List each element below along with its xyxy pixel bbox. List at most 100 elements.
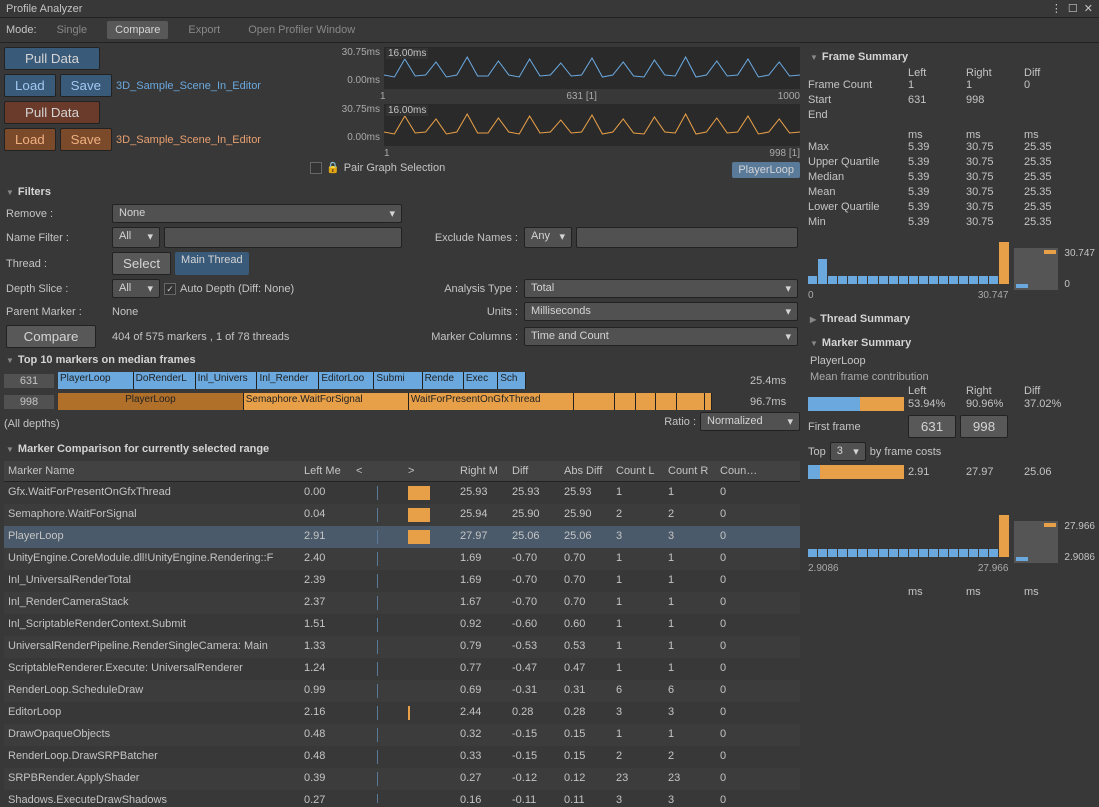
th-right-median[interactable]: Right M (456, 463, 508, 479)
save-1[interactable]: Save (60, 74, 112, 97)
marker-summary-marker: PlayerLoop (808, 353, 1095, 369)
ms-pct-l: 53.94% (908, 398, 962, 410)
tab-single[interactable]: Single (49, 21, 96, 39)
graph-2[interactable]: 16.00ms (384, 104, 800, 146)
pair-graph-checkbox[interactable] (310, 162, 322, 174)
table-row[interactable]: Inl_UniversalRenderTotal2.391.69-0.700.7… (4, 570, 800, 592)
minimize-icon[interactable]: ☐ (1068, 2, 1078, 15)
units-select[interactable]: Milliseconds▾ (524, 302, 798, 321)
graph1-top-ms: 30.75ms (310, 47, 380, 61)
ms-ft-3: ms (1024, 586, 1095, 598)
compare-button[interactable]: Compare (6, 325, 96, 348)
th-left-median[interactable]: Left Me (300, 463, 352, 479)
ms-val-d: 25.06 (1024, 466, 1095, 478)
table-row[interactable]: UnityEngine.CoreModule.dll!UnityEngine.R… (4, 548, 800, 570)
remove-select[interactable]: None▾ (112, 204, 402, 223)
top10-header[interactable]: Top 10 markers on median frames (4, 350, 800, 370)
table-row[interactable]: SRPBRender.ApplyShader0.390.27-0.120.122… (4, 768, 800, 790)
auto-depth-label: Auto Depth (Diff: None) (180, 283, 294, 295)
fs-histo-top: 30.747 (1064, 248, 1095, 259)
by-costs-label: by frame costs (870, 446, 942, 458)
graph2-bot-ms: 0.00ms (310, 132, 380, 146)
table-row[interactable]: UniversalRenderPipeline.RenderSingleCame… (4, 636, 800, 658)
table-row[interactable]: RenderLoop.ScheduleDraw0.990.69-0.310.31… (4, 680, 800, 702)
graph-1[interactable]: 16.00ms (384, 47, 800, 89)
marker-columns-select[interactable]: Time and Count▾ (524, 327, 798, 346)
table-row[interactable]: PlayerLoop2.9127.9725.0625.06330 (4, 526, 800, 548)
ms-th-right: Right (966, 385, 1020, 397)
th-gt[interactable]: > (404, 463, 456, 479)
first-frame-label: First frame (808, 421, 904, 433)
filters-header[interactable]: Filters (4, 182, 800, 202)
graph2-x-start: 1 (384, 148, 390, 159)
th-lt[interactable]: < (352, 463, 404, 479)
tab-compare[interactable]: Compare (107, 21, 168, 39)
table-row[interactable]: RenderLoop.DrawSRPBatcher0.480.33-0.150.… (4, 746, 800, 768)
exclude-input[interactable] (576, 227, 798, 248)
graph1-x-end: 1000 (778, 91, 800, 102)
ms-pct-r: 90.96% (966, 398, 1020, 410)
ms-th-diff: Diff (1024, 385, 1095, 397)
ratio-select[interactable]: Normalized▾ (700, 412, 800, 431)
top-n-select[interactable]: 3▾ (830, 442, 866, 461)
exclude-label: Exclude Names : (408, 232, 518, 244)
analysis-type-select[interactable]: Total▾ (524, 279, 798, 298)
close-icon[interactable]: ✕ (1084, 2, 1093, 15)
table-row[interactable]: EditorLoop2.162.440.280.28330 (4, 702, 800, 724)
load-1[interactable]: Load (4, 74, 56, 97)
comparison-header[interactable]: Marker Comparison for currently selected… (4, 439, 800, 459)
th-abs-diff[interactable]: Abs Diff (560, 463, 612, 479)
table-row[interactable]: ScriptableRenderer.Execute: UniversalRen… (4, 658, 800, 680)
exclude-select[interactable]: Any▾ (524, 227, 572, 248)
ms-histo-min: 2.9086 (808, 563, 839, 574)
name-filter-select[interactable]: All▾ (112, 227, 160, 248)
th-marker-name[interactable]: Marker Name (4, 463, 300, 479)
table-row[interactable]: Semaphore.WaitForSignal0.0425.9425.9025.… (4, 504, 800, 526)
depth-select[interactable]: All▾ (112, 279, 160, 298)
frame-summary-header[interactable]: Frame Summary (808, 47, 1095, 67)
ms-val-r: 27.97 (966, 466, 1020, 478)
table-row[interactable]: Inl_ScriptableRenderContext.Submit1.510.… (4, 614, 800, 636)
window-title: Profile Analyzer (6, 3, 82, 15)
auto-depth-checkbox[interactable] (164, 283, 176, 295)
top10-bar-1[interactable]: PlayerLoopDoRenderLInl_UniversInl_Render… (58, 372, 746, 389)
table-row[interactable]: Inl_RenderCameraStack2.371.67-0.700.7011… (4, 592, 800, 614)
thread-chip[interactable]: Main Thread (175, 252, 249, 275)
fs-th-diff: Diff (1024, 67, 1095, 79)
ms-histo-bot: 2.9086 (1064, 552, 1095, 563)
more-icon[interactable]: ⋮ (1051, 2, 1062, 15)
source-name-1: 3D_Sample_Scene_In_Editor (116, 80, 261, 92)
name-filter-input[interactable] (164, 227, 402, 248)
table-row[interactable]: Shadows.ExecuteDrawShadows0.270.16-0.110… (4, 790, 800, 803)
playerloop-chip[interactable]: PlayerLoop (732, 162, 800, 178)
graph2-peak: 16.00ms (386, 105, 428, 116)
first-frame-r[interactable]: 998 (960, 415, 1008, 438)
ratio-label: Ratio : (664, 416, 696, 428)
tab-export[interactable]: Export (180, 21, 228, 39)
graph2-top-ms: 30.75ms (310, 104, 380, 118)
source-name-2: 3D_Sample_Scene_In_Editor (116, 134, 261, 146)
save-2[interactable]: Save (60, 128, 112, 151)
name-filter-label: Name Filter : (6, 232, 106, 244)
th-count-l[interactable]: Count L (612, 463, 664, 479)
pull-data-2[interactable]: Pull Data (4, 101, 100, 124)
thread-summary-header[interactable]: Thread Summary (808, 309, 1095, 329)
first-frame-l[interactable]: 631 (908, 415, 956, 438)
top10-bar-2[interactable]: PlayerLoop Semaphore.WaitForSignal WaitF… (58, 393, 746, 410)
table-row[interactable]: DrawOpaqueObjects0.480.32-0.150.15110 (4, 724, 800, 746)
top10-total-1: 25.4ms (750, 375, 800, 387)
comparison-table[interactable]: Marker Name Left Me < > Right M Diff Abs… (4, 461, 800, 803)
th-count-d[interactable]: Count D (716, 463, 764, 479)
graph1-x-mid: 631 [1] (386, 91, 778, 102)
thread-select-button[interactable]: Select (112, 252, 171, 275)
th-count-r[interactable]: Count R (664, 463, 716, 479)
lock-icon: 🔒 (326, 161, 340, 174)
pull-data-1[interactable]: Pull Data (4, 47, 100, 70)
depth-label: Depth Slice : (6, 283, 106, 295)
marker-summary-header[interactable]: Marker Summary (808, 333, 1095, 353)
th-diff[interactable]: Diff (508, 463, 560, 479)
table-row[interactable]: Gfx.WaitForPresentOnGfxThread0.0025.9325… (4, 482, 800, 504)
load-2[interactable]: Load (4, 128, 56, 151)
tab-open-profiler[interactable]: Open Profiler Window (240, 21, 363, 39)
mean-contribution-label: Mean frame contribution (808, 369, 1095, 385)
